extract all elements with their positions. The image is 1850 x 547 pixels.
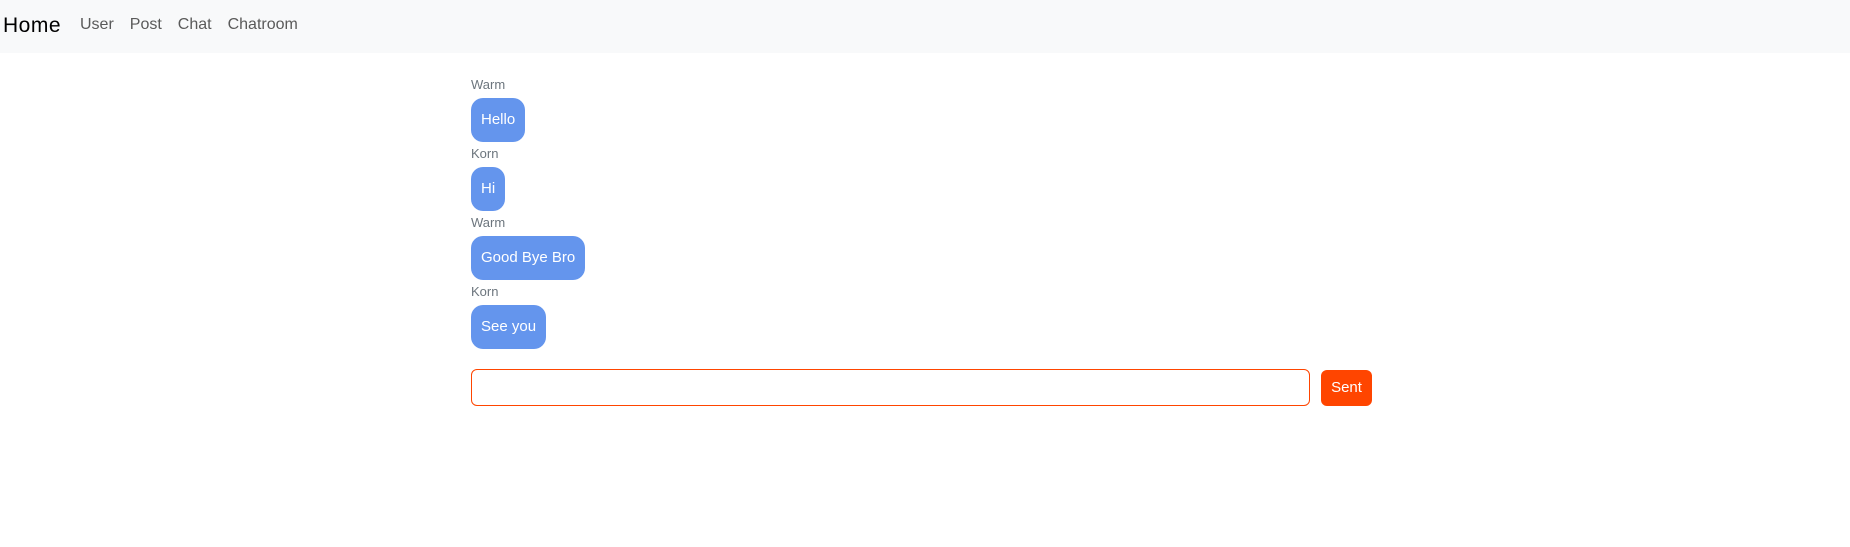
message-item: Korn Hi	[471, 146, 1371, 215]
brand-home-link[interactable]: Home	[3, 14, 61, 38]
message-sender: Warm	[471, 215, 506, 230]
message-sender: Korn	[471, 146, 499, 161]
nav-link-chat[interactable]: Chat	[178, 16, 212, 34]
message-bubble: Hello	[471, 98, 526, 142]
nav-link-post[interactable]: Post	[130, 16, 162, 34]
nav-links: User Post Chat Chatroom	[80, 16, 314, 34]
message-list: Warm Hello Korn Hi Warm Good Bye Bro Kor…	[471, 77, 1371, 353]
message-item: Korn See you	[471, 284, 1371, 353]
nav-link-user[interactable]: User	[80, 16, 114, 34]
message-sender: Korn	[471, 284, 499, 299]
message-bubble: See you	[471, 305, 547, 349]
message-bubble: Hi	[471, 167, 506, 211]
message-sender: Warm	[471, 77, 506, 92]
message-composer: Sent	[471, 369, 1372, 406]
message-item: Warm Good Bye Bro	[471, 215, 1371, 284]
message-input[interactable]	[471, 369, 1310, 406]
nav-link-chatroom[interactable]: Chatroom	[228, 16, 298, 34]
message-item: Warm Hello	[471, 77, 1371, 146]
message-bubble: Good Bye Bro	[471, 236, 586, 280]
send-button[interactable]: Sent	[1321, 369, 1372, 406]
top-navbar: Home User Post Chat Chatroom	[0, 0, 1850, 53]
